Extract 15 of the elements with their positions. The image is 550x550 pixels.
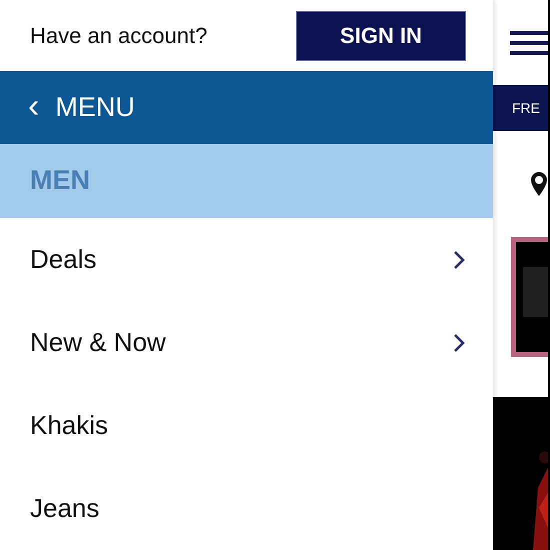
menu-header[interactable]: ‹ MENU <box>0 71 493 144</box>
menu-title: MENU <box>55 92 135 124</box>
banner-text: FRE <box>512 100 540 116</box>
sign-in-button[interactable]: SIGN IN <box>296 10 466 61</box>
chevron-right-icon <box>453 332 465 352</box>
account-prompt: Have an account? <box>30 22 208 49</box>
category-title: MEN <box>30 165 90 196</box>
back-icon[interactable]: ‹ <box>28 88 40 123</box>
chevron-right-icon <box>453 250 465 270</box>
menu-item[interactable]: Khakis <box>0 384 493 467</box>
location-pin-icon[interactable] <box>530 171 548 197</box>
menu-item[interactable]: New & Now <box>0 301 493 384</box>
menu-icon[interactable] <box>510 30 548 56</box>
menu-item[interactable]: Jeans <box>0 467 493 550</box>
menu-item[interactable]: Deals <box>0 218 493 301</box>
